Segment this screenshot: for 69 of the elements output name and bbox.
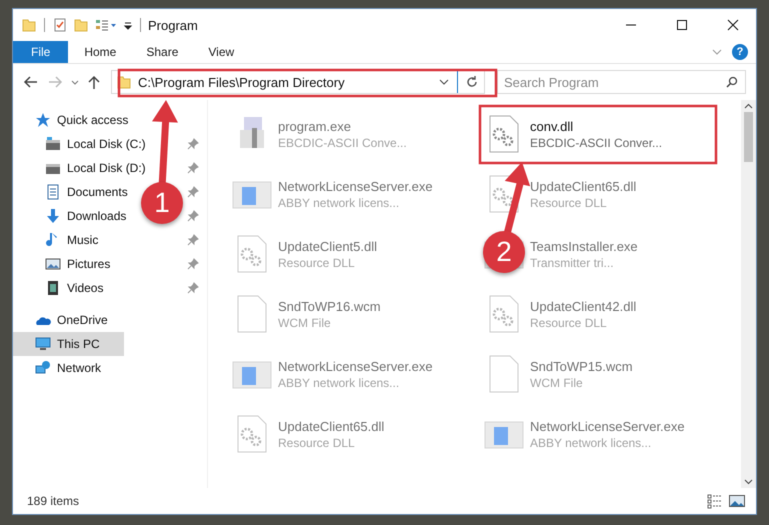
nav-item[interactable]: Local Disk (D:) (13, 156, 152, 180)
item-count: 189 items (27, 494, 80, 508)
pin-icon[interactable] (187, 186, 199, 198)
pin-icon[interactable] (187, 138, 199, 150)
nav-item[interactable]: OneDrive (13, 308, 114, 332)
pin-icon[interactable] (187, 234, 199, 246)
details-view-icon[interactable] (706, 493, 724, 509)
file-name[interactable]: SndToWP16.wcm (278, 298, 381, 314)
pc-icon (35, 336, 51, 352)
nav-item[interactable]: Quick access (13, 108, 134, 132)
file-description: WCM File (278, 316, 332, 330)
file-description: WCM File (530, 376, 584, 390)
address-path: C:\Program Files\Program Directory (138, 74, 345, 90)
ribbon-tab[interactable]: View (194, 41, 248, 63)
new-folder-icon[interactable] (73, 17, 89, 33)
nav-item[interactable]: Videos (13, 276, 110, 300)
file-description: Resource DLL (278, 436, 356, 450)
download-icon (45, 208, 61, 224)
nav-item[interactable]: Local Disk (C:) (13, 132, 152, 156)
network-icon (35, 360, 51, 376)
file-name[interactable]: UpdateClient65.dll (278, 418, 384, 434)
pin-icon[interactable] (187, 282, 199, 294)
file-name[interactable]: NetworkLicenseServer.exe (278, 178, 433, 194)
picture-icon (45, 256, 61, 272)
file-description: ABBY network licens... (278, 196, 400, 210)
file-description: ABBY network licens... (278, 376, 400, 390)
search-field[interactable]: Search Program (497, 70, 746, 94)
window-title: Program (148, 18, 198, 32)
scrollbar-thumb[interactable] (744, 112, 753, 162)
file-name[interactable]: conv.dll (530, 118, 662, 134)
nav-item[interactable]: Music (13, 228, 104, 252)
nav-item[interactable]: Network (13, 356, 108, 380)
file-description: EBCDIC-ASCII Conver... (530, 136, 662, 150)
file-name[interactable]: UpdateClient42.dll (530, 298, 636, 314)
drive-c-icon (45, 136, 61, 152)
pin-icon[interactable] (187, 210, 199, 222)
view-options-icon[interactable] (94, 17, 118, 33)
file-name[interactable]: NetworkLicenseServer.exe (278, 358, 433, 374)
search-icon[interactable] (725, 75, 739, 89)
file-name[interactable]: UpdateClient65.dll (530, 178, 636, 194)
file-description: Resource DLL (530, 196, 608, 210)
nav-item[interactable]: Pictures (13, 252, 116, 276)
nav-item[interactable]: Documents (13, 180, 134, 204)
address-bar[interactable]: C:\Program Files\Program Directory (111, 70, 485, 94)
nav-item[interactable]: Downloads (13, 204, 132, 228)
document-icon (45, 184, 61, 200)
file-name[interactable]: SndToWP15.wcm (530, 358, 633, 374)
nav-item[interactable]: This PC (13, 332, 124, 356)
ribbon-tab[interactable]: Home (70, 41, 130, 63)
file-name[interactable]: NetworkLicenseServer.exe (530, 418, 685, 434)
ribbon-tab[interactable]: Share (132, 41, 192, 63)
ribbon-tab[interactable]: File (13, 41, 68, 63)
file-description: Resource DLL (530, 316, 608, 330)
large-icons-view-icon[interactable] (728, 493, 746, 509)
file-name[interactable]: UpdateClient5.dll (278, 238, 378, 254)
file-description: EBCDIC-ASCII Conve... (278, 136, 407, 150)
star-icon (35, 112, 51, 128)
help-button[interactable]: ? (732, 44, 748, 60)
scrollbar[interactable] (741, 100, 756, 488)
pin-icon[interactable] (187, 258, 199, 270)
file-description: ABBY network licens... (530, 436, 652, 450)
file-name[interactable]: TeamsInstaller.exe (530, 238, 638, 254)
file-description: Transmitter tri... (530, 256, 615, 270)
video-icon (45, 280, 61, 296)
properties-icon[interactable] (52, 17, 68, 33)
file-description: Resource DLL (278, 256, 356, 270)
pin-icon[interactable] (187, 162, 199, 174)
file-name[interactable]: program.exe (278, 118, 407, 134)
folder-icon[interactable] (21, 17, 37, 33)
